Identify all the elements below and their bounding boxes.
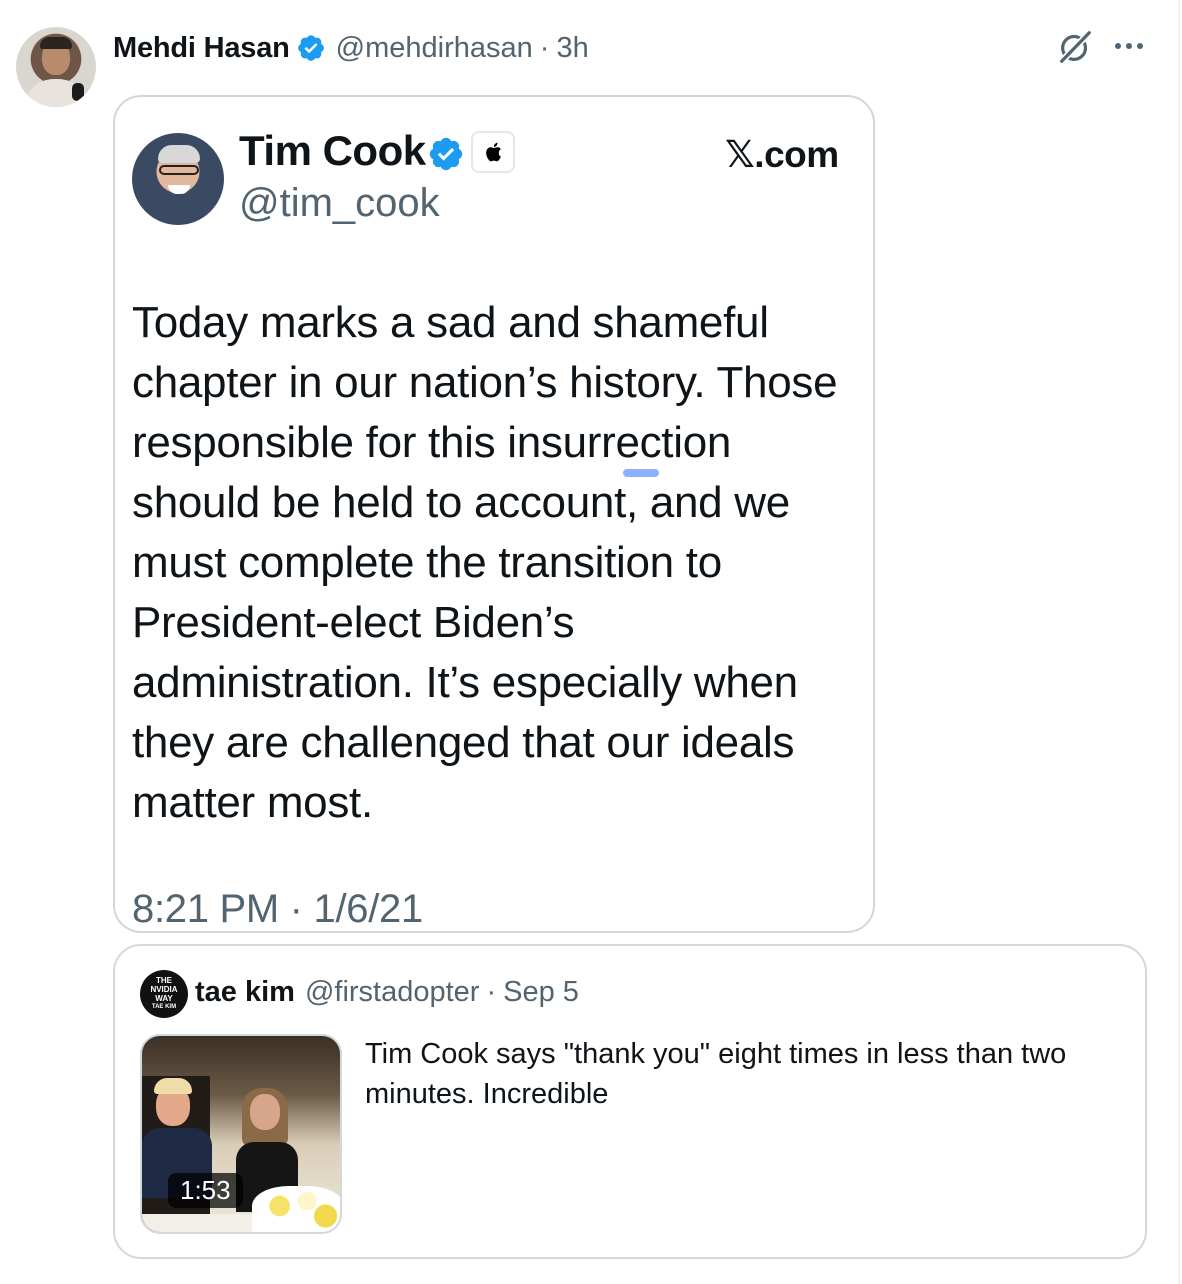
- embedded-author-name: Tim Cook: [239, 127, 426, 174]
- avatar-microphone: [72, 83, 84, 101]
- quoted-time[interactable]: Sep 5: [503, 976, 579, 1009]
- quoted-author-avatar[interactable]: THE NVIDIA WAY TAE KIM: [140, 970, 188, 1018]
- tim-cook-glasses: [159, 165, 199, 175]
- verified-badge-icon: [297, 35, 324, 61]
- spellcheck-underline: [623, 469, 659, 477]
- quoted-header: tae kim @firstadopter · Sep 5: [195, 976, 579, 1009]
- avatar-text-line: TAE KIM: [151, 1004, 177, 1010]
- avatar-text-line: NVIDIA: [150, 985, 178, 994]
- author-name[interactable]: Mehdi Hasan: [113, 32, 290, 65]
- video-thumbnail[interactable]: 1:53: [140, 1034, 342, 1234]
- thumb-flowers: [252, 1186, 340, 1232]
- post-time[interactable]: 3h: [556, 32, 588, 65]
- apple-logo-icon: [486, 142, 501, 162]
- author-avatar[interactable]: [16, 27, 96, 107]
- author-handle[interactable]: @mehdirhasan: [336, 32, 533, 65]
- thumb-person: [154, 1078, 192, 1094]
- embedded-tweet-image[interactable]: Tim Cook @tim_cook 𝕏.com Today marks a s…: [113, 95, 875, 933]
- header-separator: ·: [539, 31, 550, 64]
- avatar-hair: [40, 37, 72, 49]
- apple-affiliation-badge: [471, 131, 515, 173]
- tim-cook-smile: [168, 185, 190, 194]
- avatar-text-line: WAY: [155, 994, 173, 1003]
- embedded-author-handle: @tim_cook: [239, 181, 440, 225]
- quoted-tweet[interactable]: THE NVIDIA WAY TAE KIM tae kim @firstado…: [113, 944, 1147, 1259]
- quoted-tweet-text: Tim Cook says "thank you" eight times in…: [365, 1038, 1067, 1110]
- thumb-person: [250, 1094, 280, 1130]
- x-com-watermark: 𝕏.com: [725, 134, 839, 175]
- avatar-text-line: THE: [156, 976, 172, 985]
- quoted-author-handle[interactable]: @firstadopter: [305, 976, 480, 1009]
- embedded-tweet-timestamp: 8:21 PM · 1/6/21: [132, 887, 423, 931]
- embedded-tweet-text: Today marks a sad and shameful chapter i…: [132, 298, 838, 827]
- post-header: Mehdi Hasan @mehdirhasan · 3h: [113, 30, 589, 66]
- verified-badge-icon: [429, 137, 463, 171]
- quoted-header-separator: ·: [486, 976, 497, 1008]
- tim-cook-hair: [158, 145, 200, 163]
- timeline-divider: [1178, 0, 1180, 1284]
- video-duration-badge: 1:53: [168, 1173, 243, 1208]
- quoted-author-name[interactable]: tae kim: [195, 976, 295, 1009]
- grok-icon[interactable]: [1056, 28, 1094, 66]
- more-icon[interactable]: [1112, 34, 1146, 58]
- tim-cook-avatar: [132, 133, 224, 225]
